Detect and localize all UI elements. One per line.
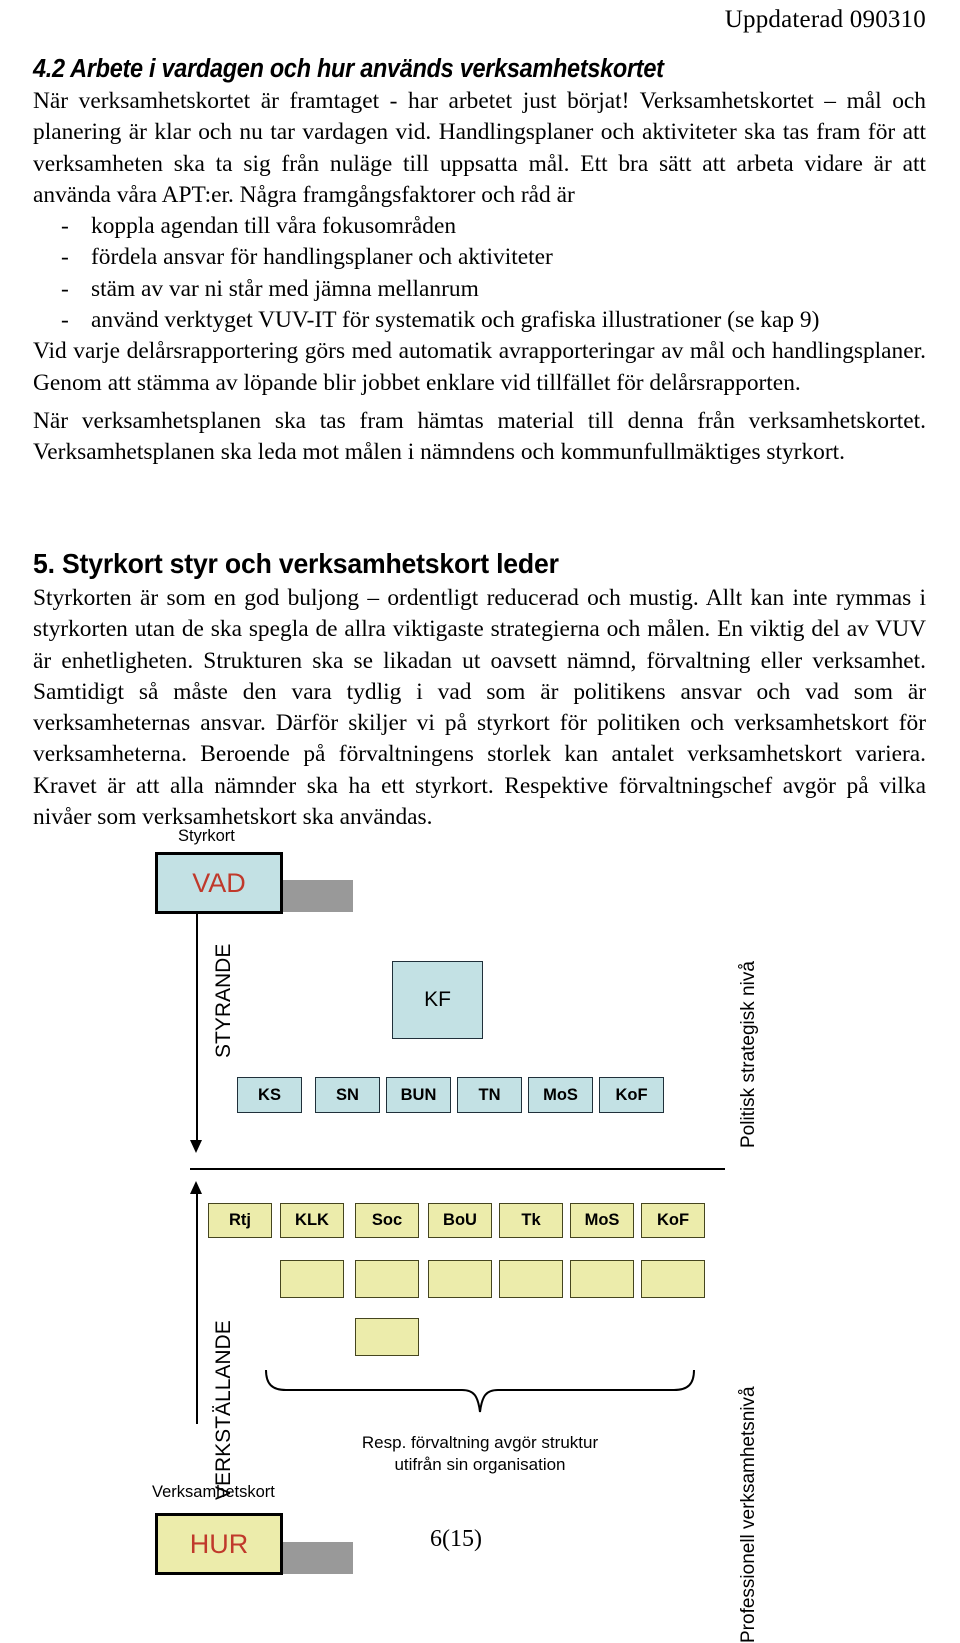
operational-empty-box <box>570 1260 634 1298</box>
document-header: Uppdaterad 090310 <box>724 6 926 33</box>
operational-box-label: Tk <box>521 1211 541 1229</box>
vad-box-label: VAD <box>192 867 246 898</box>
brace-caption: Resp. förvaltning avgör struktur utifrån… <box>361 1433 599 1474</box>
list-item-label: stäm av var ni står med jämna mellanrum <box>91 275 479 302</box>
operational-box-label: Soc <box>371 1211 403 1229</box>
scope-brace-icon <box>265 1369 695 1413</box>
page-number: 6(15) <box>430 1526 482 1552</box>
level-divider-line <box>190 1168 725 1170</box>
operational-empty-box <box>355 1260 419 1298</box>
bullet-marker: - <box>61 307 69 334</box>
vad-box: VAD <box>155 852 283 914</box>
kf-box: KF <box>392 961 483 1039</box>
political-box-mos: MoS <box>528 1077 593 1113</box>
operational-box-soc: Soc <box>355 1203 419 1238</box>
section-5-heading: 5. Styrkort styr och verksamhetskort led… <box>33 548 559 579</box>
section-4-2-bullet-list: - koppla agendan till våra fokusområden -… <box>33 211 926 336</box>
political-box-ks: KS <box>237 1077 302 1113</box>
political-box-label: BUN <box>400 1085 437 1104</box>
section-4-2-paragraph-3: När verksamhetsplanen ska tas fram hämta… <box>33 408 926 466</box>
verkstallande-axis-line <box>196 1194 198 1424</box>
political-box-bun: BUN <box>386 1077 451 1113</box>
styrande-arrow-icon <box>190 1140 202 1153</box>
political-box-label: TN <box>478 1085 501 1104</box>
operational-box-label: KLK <box>295 1211 329 1229</box>
document-page: Uppdaterad 090310 4.2 Arbete i vardagen … <box>0 0 960 1643</box>
section-4-2: 4.2 Arbete i vardagen och hur används ve… <box>33 55 926 399</box>
political-box-tn: TN <box>457 1077 522 1113</box>
verkstallande-arrow-icon <box>190 1181 202 1194</box>
political-box-label: KS <box>258 1085 281 1104</box>
operational-box-label: KoF <box>656 1211 690 1229</box>
bullet-marker: - <box>61 244 69 271</box>
operational-box-mos: MoS <box>570 1203 634 1238</box>
list-item-label: koppla agendan till våra fokusområden <box>91 213 457 240</box>
list-item: - fördela ansvar för handlingsplaner och … <box>33 242 926 273</box>
operational-extra-empty-box <box>355 1318 419 1356</box>
right-axis-bottom-label: Professionell verksamhetsnivå <box>738 1386 759 1643</box>
governance-diagram: Styrkort VAD KF KS SN BUN TN MoS KoF STY… <box>0 820 960 1643</box>
bullet-marker: - <box>61 213 69 240</box>
section-4-2-heading: 4.2 Arbete i vardagen och hur används ve… <box>33 55 664 83</box>
hur-box: HUR <box>155 1513 283 1575</box>
hur-box-label: HUR <box>189 1528 249 1559</box>
political-box-kof: KoF <box>599 1077 664 1113</box>
bullet-marker: - <box>61 275 69 302</box>
political-box-label: MoS <box>543 1085 578 1104</box>
section-5-paragraph-1: Styrkorten är som en god buljong – orden… <box>33 585 926 831</box>
operational-box-tk: Tk <box>499 1203 563 1238</box>
styrkort-caption: Styrkort <box>178 827 235 845</box>
operational-empty-box <box>428 1260 492 1298</box>
operational-box-bou: BoU <box>428 1203 492 1238</box>
operational-empty-box <box>280 1260 344 1298</box>
list-item-label: använd verktyget VUV-IT för systematik o… <box>91 307 820 334</box>
operational-box-label: MoS <box>584 1211 620 1229</box>
operational-empty-box <box>641 1260 705 1298</box>
list-item: - använd verktyget VUV-IT för systematik … <box>33 305 926 336</box>
left-axis-bottom-label: VERKSTÄLLANDE <box>212 1320 235 1500</box>
political-box-label: KoF <box>615 1085 648 1104</box>
operational-empty-box <box>499 1260 563 1298</box>
list-item: - stäm av var ni står med jämna mellanrum <box>33 274 926 305</box>
section-4-2-paragraph-3-wrap: När verksamhetsplanen ska tas fram hämta… <box>33 406 926 469</box>
right-axis-top-label: Politisk strategisk nivå <box>738 961 759 1148</box>
list-item-label: fördela ansvar för handlingsplaner och a… <box>91 244 553 271</box>
verksamhetskort-caption: Verksamhetskort <box>152 1483 275 1501</box>
list-item: - koppla agendan till våra fokusområden <box>33 211 926 242</box>
section-5: 5. Styrkort styr och verksamhetskort led… <box>33 548 926 833</box>
styrande-axis-line <box>196 912 198 1142</box>
left-axis-top-label: STYRANDE <box>212 943 235 1058</box>
operational-box-label: BoU <box>443 1211 477 1229</box>
kf-box-label: KF <box>424 988 451 1011</box>
operational-box-kof: KoF <box>641 1203 705 1238</box>
section-4-2-paragraph-1: När verksamhetskortet är framtaget - har… <box>33 88 926 208</box>
operational-box-label: Rtj <box>229 1211 251 1229</box>
operational-box-klk: KLK <box>280 1203 344 1238</box>
operational-box-rtj: Rtj <box>208 1203 272 1238</box>
section-4-2-paragraph-2: Vid varje delårsrapportering görs med au… <box>33 338 926 396</box>
political-box-sn: SN <box>315 1077 380 1113</box>
political-box-label: SN <box>336 1085 359 1104</box>
